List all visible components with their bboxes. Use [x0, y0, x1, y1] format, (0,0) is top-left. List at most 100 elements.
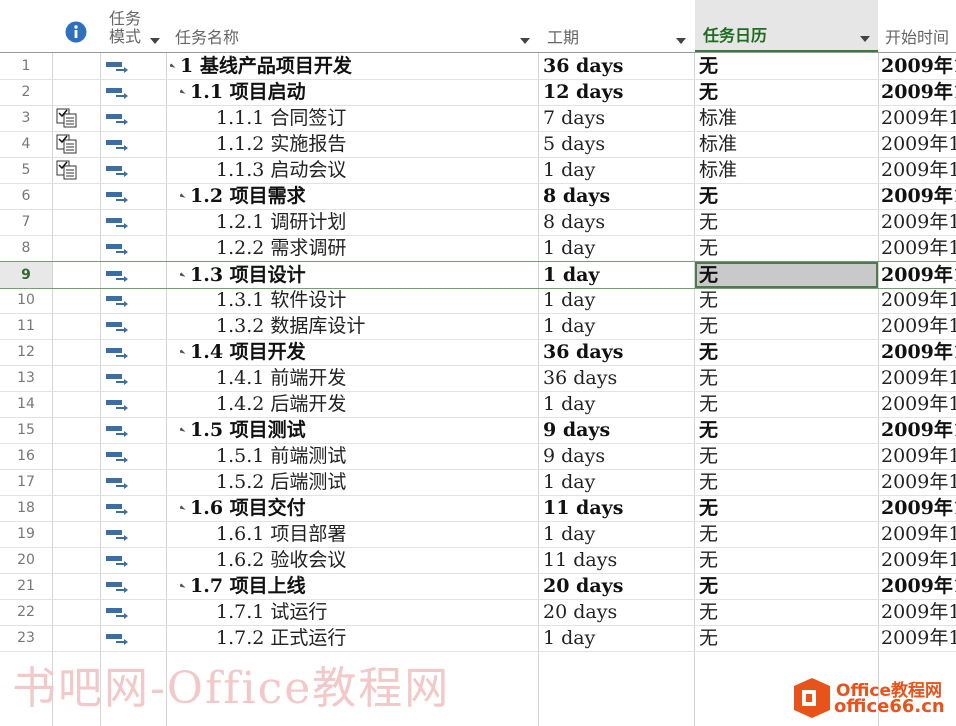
task-name-cell[interactable]: 1.1.2 实施报告	[216, 131, 538, 157]
calendar-cell[interactable]: 无	[695, 573, 878, 599]
duration-cell[interactable]: 1 day	[543, 287, 693, 313]
row-number[interactable]: 7	[0, 209, 52, 235]
row-number[interactable]: 8	[0, 235, 52, 261]
chevron-down-icon[interactable]	[860, 36, 870, 42]
task-name-cell[interactable]: 1.4 项目开发	[180, 339, 532, 365]
collapse-triangle-icon[interactable]	[180, 349, 186, 357]
task-name-cell[interactable]: 1.4.1 前端开发	[216, 365, 538, 391]
table-row[interactable]: 22 1.7.1 试运行 20 days 无 2009年1	[0, 599, 956, 626]
col-start[interactable]: 开始时间	[879, 0, 956, 52]
start-cell[interactable]: 2009年1	[881, 209, 956, 235]
table-row[interactable]: 10 1.3.1 软件设计 1 day 无 2009年1	[0, 287, 956, 314]
duration-cell[interactable]: 36 days	[543, 365, 693, 391]
task-name-cell[interactable]: 1.1 项目启动	[180, 79, 532, 105]
task-name-cell[interactable]: 1.2.1 调研计划	[216, 209, 538, 235]
collapse-triangle-icon[interactable]	[180, 272, 186, 280]
task-name-cell[interactable]: 1.5.1 前端测试	[216, 443, 538, 469]
col-task-calendar[interactable]: 任务日历	[695, 0, 878, 52]
duration-cell[interactable]: 9 days	[543, 417, 693, 443]
calendar-cell[interactable]: 无	[695, 521, 878, 547]
start-cell[interactable]: 2009年1	[881, 547, 956, 573]
duration-cell[interactable]: 11 days	[543, 547, 693, 573]
row-number[interactable]: 17	[0, 469, 52, 495]
task-name-cell[interactable]: 1 基线产品项目开发	[170, 53, 532, 79]
task-name-cell[interactable]: 1.4.2 后端开发	[216, 391, 538, 417]
collapse-triangle-icon[interactable]	[180, 583, 186, 591]
table-row[interactable]: 13 1.4.1 前端开发 36 days 无 2009年1	[0, 365, 956, 392]
table-row[interactable]: 23 1.7.2 正式运行 1 day 无 2009年1	[0, 625, 956, 652]
duration-cell[interactable]: 1 day	[543, 625, 693, 651]
table-row[interactable]: 15 1.5 项目测试 9 days无2009年1	[0, 417, 956, 444]
calendar-cell[interactable]: 无	[695, 262, 878, 288]
start-cell[interactable]: 2009年1	[881, 183, 956, 209]
collapse-triangle-icon[interactable]	[180, 193, 186, 201]
task-name-cell[interactable]: 1.7 项目上线	[180, 573, 532, 599]
start-cell[interactable]: 2009年1	[881, 469, 956, 495]
row-number[interactable]: 21	[0, 573, 52, 599]
row-number[interactable]: 16	[0, 443, 52, 469]
table-row[interactable]: 9 1.3 项目设计 1 day无2009年1	[0, 261, 956, 289]
duration-cell[interactable]: 1 day	[543, 157, 693, 183]
start-cell[interactable]: 2009年1	[881, 79, 956, 105]
start-cell[interactable]: 2009年1	[881, 495, 956, 521]
row-number[interactable]: 19	[0, 521, 52, 547]
row-number[interactable]: 2	[0, 79, 52, 105]
start-cell[interactable]: 2009年1	[881, 53, 956, 79]
notes-icon[interactable]	[56, 108, 78, 128]
table-row[interactable]: 4 1.1.2 实施报告 5 days 标准 2009年1	[0, 131, 956, 158]
start-cell[interactable]: 2009年1	[881, 443, 956, 469]
duration-cell[interactable]: 1 day	[543, 262, 693, 288]
calendar-cell[interactable]: 无	[695, 365, 878, 391]
table-row[interactable]: 16 1.5.1 前端测试 9 days 无 2009年1	[0, 443, 956, 470]
table-row[interactable]: 17 1.5.2 后端测试 1 day 无 2009年1	[0, 469, 956, 496]
duration-cell[interactable]: 36 days	[543, 53, 693, 79]
calendar-cell[interactable]: 无	[695, 339, 878, 365]
collapse-triangle-icon[interactable]	[180, 427, 186, 435]
task-name-cell[interactable]: 1.2.2 需求调研	[216, 235, 538, 261]
task-name-cell[interactable]: 1.3.2 数据库设计	[216, 313, 538, 339]
duration-cell[interactable]: 1 day	[543, 521, 693, 547]
calendar-cell[interactable]: 无	[695, 443, 878, 469]
table-row[interactable]: 8 1.2.2 需求调研 1 day 无 2009年1	[0, 235, 956, 262]
collapse-triangle-icon[interactable]	[170, 63, 176, 71]
collapse-triangle-icon[interactable]	[180, 89, 186, 97]
duration-cell[interactable]: 20 days	[543, 573, 693, 599]
start-cell[interactable]: 2009年1	[881, 365, 956, 391]
start-cell[interactable]: 2009年1	[881, 287, 956, 313]
table-row[interactable]: 1 1 基线产品项目开发 36 days无2009年1	[0, 53, 956, 80]
duration-cell[interactable]: 5 days	[543, 131, 693, 157]
task-name-cell[interactable]: 1.6 项目交付	[180, 495, 532, 521]
row-number[interactable]: 10	[0, 287, 52, 313]
duration-cell[interactable]: 1 day	[543, 391, 693, 417]
table-row[interactable]: 11 1.3.2 数据库设计 1 day 无 2009年1	[0, 313, 956, 340]
duration-cell[interactable]: 1 day	[543, 469, 693, 495]
duration-cell[interactable]: 9 days	[543, 443, 693, 469]
start-cell[interactable]: 2009年1	[881, 235, 956, 261]
start-cell[interactable]: 2009年1	[881, 599, 956, 625]
notes-icon[interactable]	[56, 134, 78, 154]
duration-cell[interactable]: 8 days	[543, 183, 693, 209]
table-row[interactable]: 19 1.6.1 项目部署 1 day 无 2009年1	[0, 521, 956, 548]
chevron-down-icon[interactable]	[150, 38, 160, 44]
calendar-cell[interactable]: 无	[695, 391, 878, 417]
task-name-cell[interactable]: 1.2 项目需求	[180, 183, 532, 209]
col-indicators[interactable]	[53, 0, 100, 52]
duration-cell[interactable]: 36 days	[543, 339, 693, 365]
chevron-down-icon[interactable]	[676, 38, 686, 44]
table-row[interactable]: 14 1.4.2 后端开发 1 day 无 2009年1	[0, 391, 956, 418]
row-number[interactable]: 5	[0, 157, 52, 183]
task-name-cell[interactable]: 1.3 项目设计	[180, 262, 532, 288]
row-number[interactable]: 9	[0, 262, 52, 288]
calendar-cell[interactable]: 无	[695, 209, 878, 235]
row-number[interactable]: 1	[0, 53, 52, 79]
task-name-cell[interactable]: 1.5.2 后端测试	[216, 469, 538, 495]
start-cell[interactable]: 2009年1	[881, 339, 956, 365]
start-cell[interactable]: 2009年1	[881, 157, 956, 183]
duration-cell[interactable]: 20 days	[543, 599, 693, 625]
start-cell[interactable]: 2009年1	[881, 105, 956, 131]
calendar-cell[interactable]: 无	[695, 313, 878, 339]
duration-cell[interactable]: 1 day	[543, 235, 693, 261]
task-name-cell[interactable]: 1.6.2 验收会议	[216, 547, 538, 573]
calendar-cell[interactable]: 无	[695, 625, 878, 651]
task-name-cell[interactable]: 1.3.1 软件设计	[216, 287, 538, 313]
